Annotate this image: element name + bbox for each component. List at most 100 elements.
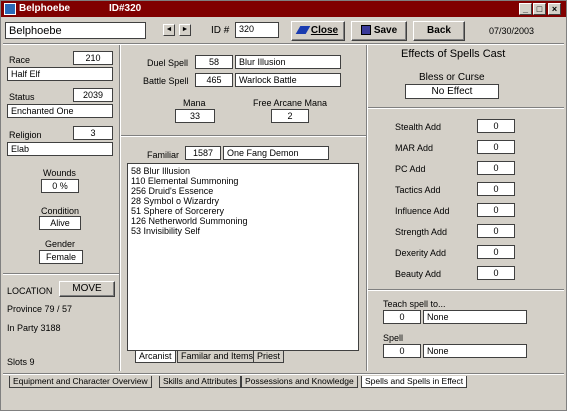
tab-skills-attributes[interactable]: Skills and Attributes <box>159 376 242 388</box>
save-button-label: Save <box>373 25 398 36</box>
move-button[interactable]: MOVE <box>59 281 115 297</box>
pencil-icon <box>295 26 311 35</box>
gender-label: Gender <box>45 239 76 249</box>
maximize-button[interactable]: □ <box>533 3 546 15</box>
battle-spell-number-field[interactable]: 465 <box>195 73 233 87</box>
bless-curse-label: Bless or Curse <box>419 72 485 83</box>
character-name-field[interactable]: Belphoebe <box>5 22 146 39</box>
influence-add-label: Influence Add <box>395 206 450 216</box>
duel-spell-name-field[interactable]: Blur Illusion <box>235 55 341 69</box>
list-item[interactable]: 53 Invisibility Self <box>131 226 355 236</box>
teach-spell-label: Teach spell to... <box>383 299 446 309</box>
list-item[interactable]: 28 Symbol o Wizardry <box>131 196 355 206</box>
list-item[interactable]: 126 Netherworld Summoning <box>131 216 355 226</box>
right-divider <box>366 45 368 371</box>
teach-spell-number-field[interactable]: 0 <box>383 310 421 324</box>
save-disk-icon <box>360 25 371 36</box>
spell-label: Spell <box>383 333 404 343</box>
battle-spell-name-field[interactable]: Warlock Battle <box>235 73 341 87</box>
status-number-field[interactable]: 2039 <box>73 88 113 102</box>
mana-label: Mana <box>183 98 206 108</box>
province-label: Province 79 / 57 <box>7 304 73 314</box>
minimize-button[interactable]: _ <box>519 3 532 15</box>
influence-add-field[interactable]: 0 <box>477 203 515 217</box>
app-icon <box>4 3 16 15</box>
duel-spell-number-field[interactable]: 58 <box>195 55 233 69</box>
race-number-field[interactable]: 210 <box>73 51 113 65</box>
subtab-familiar-and-items[interactable]: Familar and Items <box>177 351 258 363</box>
effects-title: Effects of Spells Cast <box>401 48 506 60</box>
location-divider <box>3 273 119 275</box>
spell-number-field[interactable]: 0 <box>383 344 421 358</box>
list-item[interactable]: 110 Elemental Summoning <box>131 176 355 186</box>
tab-spells-in-effect[interactable]: Spells and Spells in Effect <box>361 376 468 388</box>
familiar-number-field[interactable]: 1587 <box>185 146 221 160</box>
window-id-title: ID#320 <box>109 3 142 14</box>
spell-list[interactable]: 58 Blur Illusion 110 Elemental Summoning… <box>127 163 359 351</box>
race-field[interactable]: Half Elf <box>7 67 113 81</box>
close-button-label: Close <box>310 25 339 36</box>
wounds-label: Wounds <box>43 168 76 178</box>
pc-add-label: PC Add <box>395 164 426 174</box>
status-field[interactable]: Enchanted One <box>7 104 113 118</box>
condition-field[interactable]: Alive <box>39 216 81 230</box>
status-label: Status <box>9 92 35 102</box>
mar-add-label: MAR Add <box>395 143 434 153</box>
religion-label: Religion <box>9 130 42 140</box>
bless-curse-field[interactable]: No Effect <box>405 84 499 99</box>
back-button[interactable]: Back <box>413 21 465 41</box>
mana-field[interactable]: 33 <box>175 109 215 123</box>
left-divider <box>119 45 121 371</box>
dexerity-add-field[interactable]: 0 <box>477 245 515 259</box>
dexerity-add-label: Dexerity Add <box>395 248 447 258</box>
subtab-arcanist[interactable]: Arcanist <box>135 351 176 363</box>
free-arcane-mana-field[interactable]: 2 <box>271 109 309 123</box>
religion-field[interactable]: Elab <box>7 142 113 156</box>
duel-spell-label: Duel Spell <box>147 58 189 68</box>
id-label: ID # <box>211 25 230 36</box>
list-item[interactable]: 58 Blur Illusion <box>131 166 355 176</box>
id-field[interactable]: 320 <box>235 22 279 38</box>
window-title: Belphoebe <box>19 3 71 14</box>
mar-add-field[interactable]: 0 <box>477 140 515 154</box>
close-button[interactable]: Close <box>291 21 345 41</box>
tab-possessions-knowledge[interactable]: Possessions and Knowledge <box>241 376 358 388</box>
slots-label: Slots 9 <box>7 357 35 367</box>
teach-spell-name-field[interactable]: None <box>423 310 527 324</box>
effects-divider <box>368 107 564 109</box>
familiar-name-field[interactable]: One Fang Demon <box>223 146 329 160</box>
prev-icon: ◄ <box>165 26 173 33</box>
list-item[interactable]: 51 Sphere of Sorcerery <box>131 206 355 216</box>
gender-field[interactable]: Female <box>39 250 83 264</box>
tactics-add-field[interactable]: 0 <box>477 182 515 196</box>
wounds-field[interactable]: 0 % <box>41 179 79 193</box>
list-item[interactable]: 256 Druid's Essence <box>131 186 355 196</box>
strength-add-field[interactable]: 0 <box>477 224 515 238</box>
race-label: Race <box>9 55 31 65</box>
stealth-add-label: Stealth Add <box>395 122 442 132</box>
strength-add-label: Strength Add <box>395 227 448 237</box>
battle-spell-label: Battle Spell <box>143 76 189 86</box>
close-window-button[interactable]: × <box>548 3 561 15</box>
header-divider <box>3 43 564 45</box>
save-button[interactable]: Save <box>351 21 407 41</box>
stealth-add-field[interactable]: 0 <box>477 119 515 133</box>
location-label: LOCATION <box>7 286 53 296</box>
next-icon: ► <box>181 26 189 33</box>
teach-divider <box>368 289 564 291</box>
next-record-button[interactable]: ► <box>179 24 191 36</box>
familiar-label: Familiar <box>147 150 180 160</box>
subtab-priest[interactable]: Priest <box>253 351 285 363</box>
pc-add-field[interactable]: 0 <box>477 161 515 175</box>
religion-number-field[interactable]: 3 <box>73 126 113 140</box>
beauty-add-field[interactable]: 0 <box>477 266 515 280</box>
title-bar[interactable]: Belphoebe ID#320 _ □ × <box>1 1 566 17</box>
prev-record-button[interactable]: ◄ <box>163 24 175 36</box>
condition-label: Condition <box>41 206 80 216</box>
character-window: Belphoebe ID#320 _ □ × Belphoebe ◄ ► ID … <box>0 0 567 411</box>
bottom-divider <box>3 373 564 375</box>
familiar-divider <box>121 135 366 137</box>
date-label: 07/30/2003 <box>489 26 535 36</box>
tab-equipment-overview[interactable]: Equipment and Character Overview <box>9 376 152 388</box>
spell-name-field[interactable]: None <box>423 344 527 358</box>
